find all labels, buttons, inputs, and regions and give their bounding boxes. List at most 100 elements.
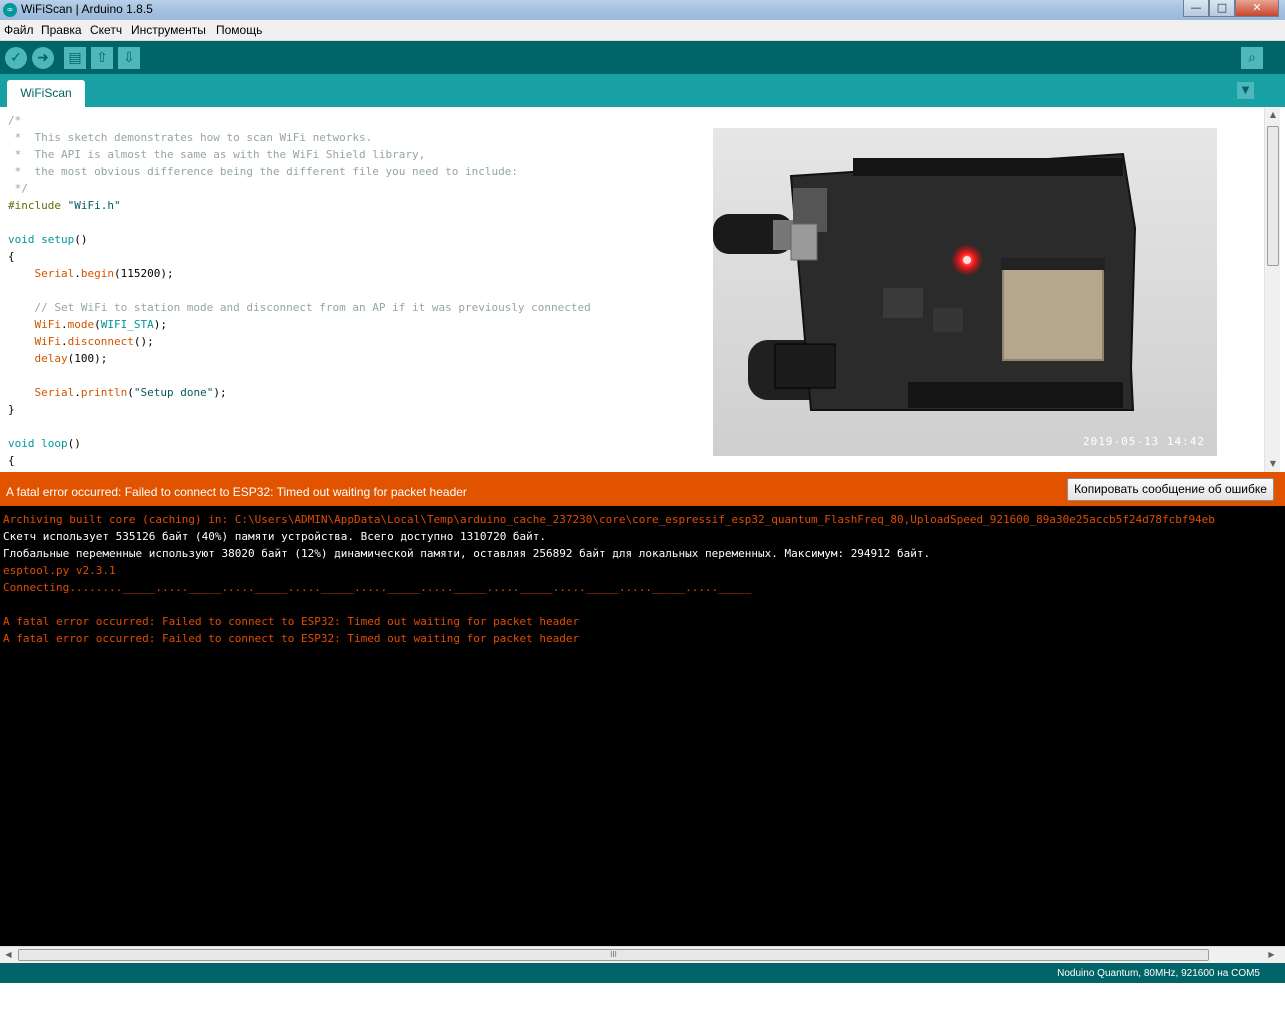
code-line[interactable]: */ <box>8 180 591 197</box>
new-sketch-icon[interactable]: ▤ <box>64 47 86 69</box>
board-photo: 2019-05-13 14:42 <box>713 128 1217 456</box>
menu-bar: Файл Правка Скетч Инструменты Помощь <box>0 20 1285 41</box>
menu-file[interactable]: Файл <box>4 23 34 37</box>
code-line[interactable]: } <box>8 401 591 418</box>
code-token: void <box>8 437 35 450</box>
code-token: void <box>8 233 35 246</box>
code-line[interactable]: * This sketch demonstrates how to scan W… <box>8 129 591 146</box>
code-line[interactable]: WiFi.disconnect(); <box>8 333 591 350</box>
code-token: () <box>74 233 88 246</box>
console-output[interactable]: Archiving built core (caching) in: C:\Us… <box>0 506 1285 946</box>
code-editor[interactable]: /* * This sketch demonstrates how to sca… <box>0 107 1285 472</box>
menu-tools[interactable]: Инструменты <box>131 23 206 37</box>
save-sketch-icon[interactable]: ⇩ <box>118 47 140 69</box>
menu-help[interactable]: Помощь <box>216 23 262 37</box>
window-title: WiFiScan | Arduino 1.8.5 <box>21 2 153 16</box>
code-token: * The API is almost the same as with the… <box>8 148 426 161</box>
console-line: Connecting........_____....._____.....__… <box>3 581 752 594</box>
code-token: ( <box>127 386 134 399</box>
open-sketch-icon[interactable]: ⇧ <box>91 47 113 69</box>
code-token: disconnect <box>67 335 134 348</box>
status-bar: Noduino Quantum, 80MHz, 921600 на COM5 <box>0 963 1285 983</box>
code-line[interactable]: { <box>8 248 591 265</box>
error-bar: A fatal error occurred: Failed to connec… <box>0 472 1285 506</box>
upload-icon[interactable]: ➜ <box>32 47 54 69</box>
code-line[interactable] <box>8 418 591 435</box>
code-token: } <box>8 403 15 416</box>
code-token: "Setup done" <box>133 386 214 399</box>
code-token: ); <box>213 386 227 399</box>
code-line[interactable]: #include "WiFi.h" <box>8 197 591 214</box>
code-line[interactable]: Serial.begin(115200); <box>8 265 591 282</box>
tab-menu-chevron-icon[interactable]: ▼ <box>1237 82 1254 99</box>
error-message: A fatal error occurred: Failed to connec… <box>6 485 467 499</box>
code-token: loop <box>41 437 68 450</box>
code-token: * the most obvious difference being the … <box>8 165 518 178</box>
code-line[interactable]: void loop() <box>8 435 591 452</box>
arduino-ide-window: ∞ WiFiScan | Arduino 1.8.5 — □ ✕ Файл Пр… <box>0 0 1285 1028</box>
code-line[interactable]: /* <box>8 112 591 129</box>
console-line: Скетч использует 535126 байт (40%) памят… <box>3 530 547 543</box>
code-line[interactable]: { <box>8 452 591 469</box>
maximize-button[interactable]: □ <box>1209 0 1235 17</box>
code-line[interactable] <box>8 214 591 231</box>
code-text[interactable]: /* * This sketch demonstrates how to sca… <box>8 112 591 469</box>
editor-scroll-thumb[interactable] <box>1267 126 1279 266</box>
code-token: . <box>61 318 68 331</box>
code-token: WiFi <box>34 335 62 348</box>
code-token: // Set WiFi to station mode and disconne… <box>8 301 591 314</box>
console-line: esptool.py v2.3.1 <box>3 564 116 577</box>
copy-error-button[interactable]: Копировать сообщение об ошибке <box>1067 478 1274 501</box>
code-line[interactable]: void setup() <box>8 231 591 248</box>
code-token: (100); <box>67 352 108 365</box>
console-line: A fatal error occurred: Failed to connec… <box>3 615 580 628</box>
scroll-left-icon[interactable]: ◀ <box>0 947 17 963</box>
tab-wifiscan[interactable]: WiFiScan <box>7 80 85 107</box>
code-token: WiFi <box>34 318 62 331</box>
console-scroll-thumb[interactable]: III <box>18 949 1209 961</box>
code-token: { <box>8 454 15 467</box>
code-line[interactable]: delay(100); <box>8 350 591 367</box>
code-token: () <box>67 437 81 450</box>
code-token: "WiFi.h" <box>67 199 121 212</box>
code-token: { <box>8 250 15 263</box>
menu-sketch[interactable]: Скетч <box>90 23 122 37</box>
code-token: */ <box>8 182 28 195</box>
code-line[interactable] <box>8 367 591 384</box>
esp32-board-image <box>713 128 1217 456</box>
minimize-button[interactable]: — <box>1183 0 1209 17</box>
code-line[interactable]: * The API is almost the same as with the… <box>8 146 591 163</box>
menu-edit[interactable]: Правка <box>41 23 82 37</box>
title-bar[interactable]: ∞ WiFiScan | Arduino 1.8.5 — □ ✕ <box>0 0 1285 20</box>
window-controls: — □ ✕ <box>1183 0 1279 17</box>
code-token: setup <box>41 233 75 246</box>
scroll-up-icon[interactable]: ▲ <box>1265 107 1281 123</box>
code-line[interactable]: * the most obvious difference being the … <box>8 163 591 180</box>
code-token: begin <box>80 267 114 280</box>
code-line[interactable]: WiFi.mode(WIFI_STA); <box>8 316 591 333</box>
code-token: /* <box>8 114 22 127</box>
code-token: * This sketch demonstrates how to scan W… <box>8 131 373 144</box>
code-token: . <box>74 386 81 399</box>
close-button[interactable]: ✕ <box>1235 0 1279 17</box>
verify-icon[interactable]: ✓ <box>5 47 27 69</box>
code-token: WIFI_STA <box>100 318 154 331</box>
toolbar: ✓ ➜ ▤ ⇧ ⇩ ⌕ <box>0 41 1285 74</box>
scroll-down-icon[interactable]: ▼ <box>1265 456 1281 472</box>
code-token: (115200); <box>114 267 174 280</box>
code-token: ); <box>153 318 167 331</box>
arduino-logo-icon: ∞ <box>3 3 17 17</box>
code-line[interactable] <box>8 282 591 299</box>
scroll-right-icon[interactable]: ▶ <box>1263 947 1280 963</box>
editor-vertical-scrollbar[interactable]: ▲ ▼ <box>1264 107 1280 472</box>
code-line[interactable]: Serial.println("Setup done"); <box>8 384 591 401</box>
serial-monitor-icon[interactable]: ⌕ <box>1241 47 1263 69</box>
code-token: Serial <box>34 386 75 399</box>
console-horizontal-scrollbar[interactable]: ◀ III ▶ <box>0 946 1285 963</box>
code-line[interactable]: // Set WiFi to station mode and disconne… <box>8 299 591 316</box>
